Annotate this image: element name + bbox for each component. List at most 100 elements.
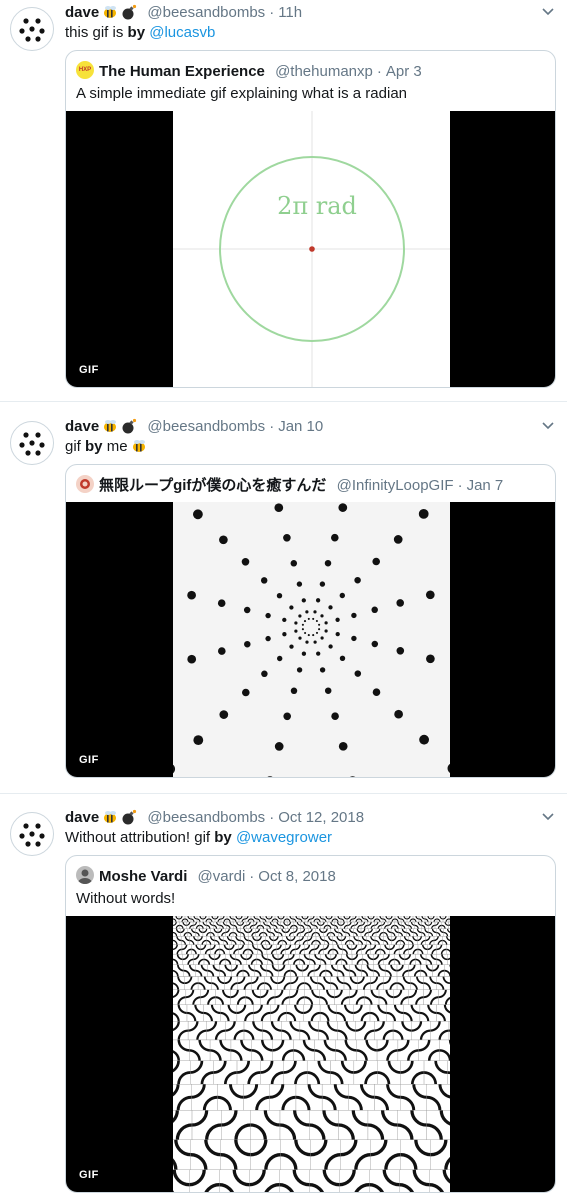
pattern-dot	[371, 640, 379, 648]
truchet-tile	[320, 921, 328, 929]
handle[interactable]: @beesandbombs	[147, 809, 265, 826]
display-name[interactable]: dave	[65, 418, 99, 435]
pattern-dot	[320, 614, 324, 618]
truchet-tile	[447, 1071, 450, 1075]
quote-handle[interactable]: @thehumanxp	[275, 63, 373, 80]
gif-media[interactable]: GIF	[66, 916, 555, 1192]
tweet-text: this gif is by @lucasvb	[65, 24, 215, 42]
truchet-tile	[231, 964, 244, 977]
quoted-tweet[interactable]: Moshe Vardi @vardi · Oct 8, 2018 Without w…	[65, 855, 556, 1193]
truchet-tile	[400, 1084, 427, 1111]
pattern-dot	[274, 503, 284, 513]
truchet-tile	[282, 936, 291, 945]
truchet-tile	[299, 936, 308, 945]
timestamp[interactable]: Oct 12, 2018	[278, 809, 364, 826]
truchet-tile	[355, 1021, 375, 1041]
handle[interactable]: @beesandbombs	[147, 418, 265, 435]
truchet-tile	[215, 989, 231, 1005]
truchet-tile	[173, 1060, 191, 1085]
truchet-tile	[391, 936, 401, 945]
chevron-down-icon[interactable]	[540, 6, 556, 18]
avatar[interactable]	[10, 812, 54, 856]
quote-date[interactable]: Oct 8, 2018	[258, 868, 336, 885]
truchet-tile	[268, 916, 276, 923]
quoted-tweet[interactable]: HXP The Human Experience @thehumanxp · Apr …	[65, 50, 556, 388]
truchet-tile	[229, 944, 239, 955]
truchet-tile	[302, 964, 315, 977]
handle[interactable]: @beesandbombs	[147, 4, 265, 21]
quote-name[interactable]: Moshe Vardi	[99, 868, 187, 885]
truchet-tile	[232, 916, 240, 923]
dots-avatar-icon	[19, 18, 45, 42]
truchet-tile	[369, 1004, 387, 1022]
truchet-tile	[256, 954, 268, 965]
truchet-tile	[279, 1169, 310, 1192]
pattern-dot	[265, 612, 271, 619]
truchet-tile	[278, 928, 286, 937]
chevron-down-icon[interactable]	[540, 420, 556, 432]
truchet-tile	[448, 924, 450, 926]
truchet-tile	[279, 1110, 310, 1140]
truchet-tile	[173, 944, 183, 955]
quote-handle[interactable]: @vardi	[198, 868, 246, 885]
truchet-tile	[173, 936, 182, 945]
truchet-tile	[173, 976, 185, 990]
quote-name[interactable]: The Human Experience	[99, 63, 265, 80]
avatar[interactable]	[10, 421, 54, 465]
truchet-tile	[444, 964, 450, 977]
tweet-text-part: this gif is	[65, 24, 128, 41]
truchet-tile	[256, 916, 264, 923]
truchet-tile	[340, 916, 348, 923]
display-name[interactable]: dave	[65, 809, 99, 826]
infinity-loop-avatar[interactable]	[76, 475, 94, 493]
mention-link[interactable]: @wavegrower	[236, 829, 332, 846]
tweet[interactable]: dave @beesandbombs · 11h this gif is by @l…	[0, 0, 567, 396]
timestamp[interactable]: Jan 10	[278, 418, 323, 435]
pattern-dot	[339, 592, 345, 599]
tweet[interactable]: dave @beesandbombs · Oct 12, 2018 Without …	[0, 805, 567, 1200]
pattern-dot	[193, 735, 204, 745]
truchet-tile	[393, 989, 409, 1005]
bee-emoji-icon	[102, 809, 118, 830]
gif-media[interactable]: GIF	[66, 502, 555, 777]
pattern-dot	[289, 605, 294, 610]
truchet-tile	[348, 1084, 375, 1111]
pattern-dot	[318, 623, 321, 626]
truchet-tile	[436, 976, 450, 990]
mention-link[interactable]: @lucasvb	[149, 24, 215, 41]
gif-media[interactable]: 2π rad GIF	[66, 111, 555, 387]
quote-date[interactable]: Apr 3	[386, 63, 422, 80]
truchet-tile	[364, 989, 380, 1005]
quote-name[interactable]: 無限ループgifが僕の心を癒すんだ	[99, 477, 326, 494]
truchet-tile	[269, 1084, 297, 1111]
truchet-tile	[186, 1004, 204, 1022]
truchet-tile	[322, 916, 330, 923]
pattern-dot	[349, 776, 356, 777]
truchet-tile	[224, 976, 238, 990]
pattern-dot	[218, 647, 226, 655]
pattern-dot	[338, 503, 348, 512]
quote-handle[interactable]: @InfinityLoopGIF	[337, 477, 454, 494]
moshe-vardi-avatar[interactable]	[76, 866, 94, 884]
truchet-tile	[304, 944, 315, 955]
truchet-tile	[358, 936, 367, 945]
truchet-tile	[220, 1139, 251, 1170]
timestamp[interactable]: 11h	[278, 4, 302, 21]
tweet[interactable]: dave @beesandbombs · Jan 10 gif by me 無限ルー…	[0, 414, 567, 788]
hxp-avatar[interactable]: HXP	[76, 61, 94, 79]
chevron-down-icon[interactable]	[540, 811, 556, 823]
truchet-tile	[219, 944, 230, 955]
pattern-dot	[219, 535, 228, 545]
truchet-tile	[304, 916, 312, 923]
truchet-tile	[341, 954, 353, 965]
truchet-tile	[345, 928, 354, 937]
truchet-tile	[185, 989, 201, 1005]
truchet-tile	[446, 948, 450, 953]
avatar[interactable]	[10, 7, 54, 51]
quote-date[interactable]: Jan 7	[467, 477, 504, 494]
quoted-tweet[interactable]: 無限ループgifが僕の心を癒すんだ @InfinityLoopGIF · Jan 7…	[65, 464, 556, 778]
truchet-tile	[394, 921, 402, 929]
display-name[interactable]: dave	[65, 4, 99, 21]
truchet-tile	[299, 1021, 319, 1041]
truchet-tile	[346, 916, 354, 923]
